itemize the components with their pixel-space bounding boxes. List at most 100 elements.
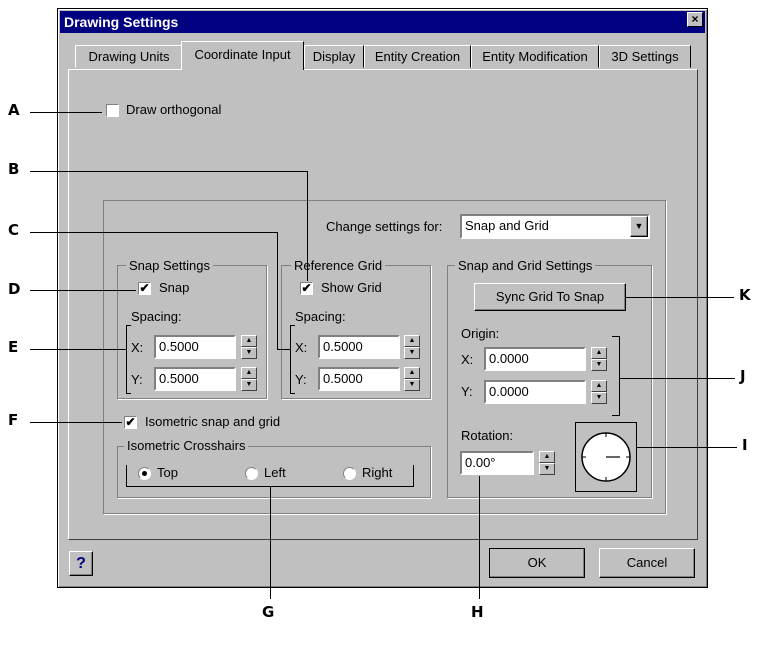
- callout-c: C: [8, 221, 20, 239]
- tab-coordinate-input[interactable]: Coordinate Input: [181, 41, 304, 70]
- leader-h: [479, 476, 480, 599]
- ok-button[interactable]: OK: [489, 548, 585, 578]
- grid-y-input[interactable]: 0.5000: [318, 367, 400, 391]
- close-button[interactable]: ×: [687, 12, 703, 27]
- tab-label: 3D Settings: [611, 49, 679, 64]
- leader-i: [637, 447, 737, 448]
- reference-grid-title: Reference Grid: [291, 258, 386, 273]
- down-arrow-icon[interactable]: ▼: [404, 379, 420, 391]
- tab-label: Coordinate Input: [194, 47, 291, 62]
- cancel-label: Cancel: [626, 555, 668, 570]
- snap-y-label: Y:: [131, 372, 143, 387]
- snap-y-input[interactable]: 0.5000: [154, 367, 236, 391]
- tab-label: Drawing Units: [88, 49, 170, 64]
- tab-entity-creation[interactable]: Entity Creation: [364, 45, 471, 68]
- change-settings-label: Change settings for:: [326, 219, 443, 234]
- callout-f: F: [8, 411, 19, 429]
- rotation-spinner[interactable]: ▲ ▼: [539, 451, 555, 475]
- tab-3d-settings[interactable]: 3D Settings: [599, 45, 691, 68]
- down-arrow-icon[interactable]: ▼: [591, 359, 607, 371]
- radio-left[interactable]: [245, 467, 258, 480]
- tab-label: Entity Modification: [482, 49, 588, 64]
- snap-settings-title: Snap Settings: [126, 258, 213, 273]
- draw-orthogonal-label: Draw orthogonal: [126, 102, 222, 117]
- leader-k: [626, 297, 734, 298]
- tab-entity-modification[interactable]: Entity Modification: [471, 45, 599, 68]
- up-arrow-icon[interactable]: ▲: [241, 335, 257, 347]
- down-arrow-icon[interactable]: ▼: [241, 379, 257, 391]
- up-arrow-icon[interactable]: ▲: [539, 451, 555, 463]
- snap-checkbox[interactable]: ✔: [138, 282, 151, 295]
- leader-f: [30, 422, 122, 423]
- bracket-c-top: [290, 325, 295, 326]
- radio-top[interactable]: [138, 467, 151, 480]
- show-grid-label: Show Grid: [321, 280, 382, 295]
- bracket-c: [290, 325, 291, 394]
- bracket-j-top: [612, 336, 620, 337]
- up-arrow-icon[interactable]: ▲: [591, 347, 607, 359]
- isometric-checkbox[interactable]: ✔: [124, 416, 137, 429]
- leader-e: [30, 349, 126, 350]
- origin-y-input[interactable]: 0.0000: [484, 380, 586, 404]
- snap-grid-settings-title: Snap and Grid Settings: [455, 258, 596, 273]
- tab-label: Entity Creation: [374, 49, 461, 64]
- leader-c-end: [277, 349, 291, 350]
- grid-y-label: Y:: [295, 372, 307, 387]
- dialog-title: Drawing Settings: [64, 14, 179, 30]
- callout-b: B: [8, 160, 20, 178]
- callout-i: I: [742, 436, 748, 454]
- radio-right-label: Right: [362, 465, 393, 480]
- tab-label: Display: [312, 49, 356, 64]
- grid-y-spinner[interactable]: ▲ ▼: [404, 367, 420, 391]
- tab-drawing-units[interactable]: Drawing Units: [75, 45, 183, 68]
- callout-a: A: [8, 101, 20, 119]
- snap-y-spinner[interactable]: ▲ ▼: [241, 367, 257, 391]
- help-button[interactable]: ?: [69, 551, 93, 576]
- change-settings-value: Snap and Grid: [465, 218, 549, 233]
- isometric-crosshairs-title: Isometric Crosshairs: [124, 438, 249, 453]
- down-arrow-icon[interactable]: ▼: [539, 463, 555, 475]
- dialog-titlebar: Drawing Settings: [60, 11, 705, 33]
- down-arrow-icon[interactable]: ▼: [404, 347, 420, 359]
- callout-d: D: [8, 280, 21, 298]
- up-arrow-icon[interactable]: ▲: [404, 335, 420, 347]
- origin-y-spinner[interactable]: ▲ ▼: [591, 380, 607, 404]
- bracket-c-bottom: [290, 393, 295, 394]
- bracket-e-top: [126, 325, 131, 326]
- callout-j: J: [740, 367, 746, 385]
- origin-x-spinner[interactable]: ▲ ▼: [591, 347, 607, 371]
- bracket-g-left: [126, 465, 127, 487]
- origin-x-input[interactable]: 0.0000: [484, 347, 586, 371]
- snap-x-spinner[interactable]: ▲ ▼: [241, 335, 257, 359]
- grid-x-label: X:: [295, 340, 308, 355]
- origin-label: Origin:: [461, 326, 500, 341]
- show-grid-checkbox[interactable]: ✔: [300, 282, 313, 295]
- snap-label: Snap: [159, 280, 190, 295]
- sync-grid-to-snap-button[interactable]: Sync Grid To Snap: [474, 283, 626, 311]
- cancel-button[interactable]: Cancel: [599, 548, 695, 578]
- snap-x-input[interactable]: 0.5000: [154, 335, 236, 359]
- isometric-label: Isometric snap and grid: [145, 414, 281, 429]
- chevron-down-icon[interactable]: ▼: [630, 216, 648, 237]
- radio-right[interactable]: [343, 467, 356, 480]
- rotation-input[interactable]: 0.00°: [460, 451, 534, 475]
- callout-k: K: [739, 286, 751, 304]
- bracket-g-right: [413, 465, 414, 487]
- change-settings-select[interactable]: Snap and Grid: [460, 214, 650, 239]
- grid-x-spinner[interactable]: ▲ ▼: [404, 335, 420, 359]
- down-arrow-icon[interactable]: ▼: [591, 392, 607, 404]
- leader-c-vert: [277, 232, 278, 350]
- tab-display[interactable]: Display: [304, 45, 364, 68]
- snap-x-label: X:: [131, 340, 144, 355]
- leader-b: [30, 171, 308, 172]
- grid-x-input[interactable]: 0.5000: [318, 335, 400, 359]
- up-arrow-icon[interactable]: ▲: [404, 367, 420, 379]
- leader-a: [30, 112, 102, 113]
- callout-g: G: [262, 603, 275, 621]
- down-arrow-icon[interactable]: ▼: [241, 347, 257, 359]
- draw-orthogonal-checkbox[interactable]: [106, 104, 119, 117]
- bracket-e: [126, 325, 127, 394]
- up-arrow-icon[interactable]: ▲: [241, 367, 257, 379]
- up-arrow-icon[interactable]: ▲: [591, 380, 607, 392]
- leader-g: [270, 487, 271, 599]
